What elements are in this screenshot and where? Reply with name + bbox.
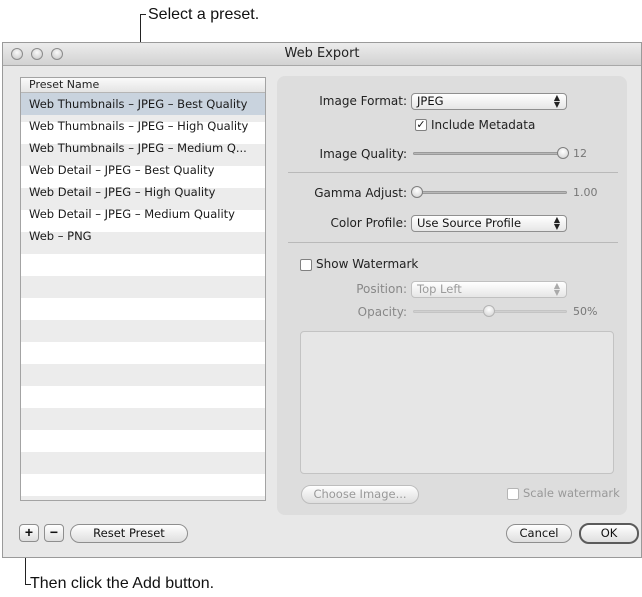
popup-arrows-icon: ▲ ▼ xyxy=(553,93,560,109)
color-profile-popup[interactable]: Use Source Profile ▲ ▼ xyxy=(411,215,567,232)
color-profile-value: Use Source Profile xyxy=(417,216,522,230)
choose-image-button[interactable]: Choose Image... xyxy=(301,485,419,504)
image-format-popup[interactable]: JPEG ▲ ▼ xyxy=(411,93,567,110)
gamma-adjust-slider-track[interactable] xyxy=(413,191,567,194)
opacity-value: 50% xyxy=(573,305,598,318)
ok-button[interactable]: OK xyxy=(579,523,639,544)
popup-arrows-icon: ▲ ▼ xyxy=(553,215,560,231)
gamma-adjust-value: 1.00 xyxy=(573,186,598,199)
image-format-value: JPEG xyxy=(417,94,444,108)
scale-watermark-checkbox[interactable] xyxy=(507,488,519,500)
include-metadata-label[interactable]: Include Metadata xyxy=(431,118,535,132)
callout-select-preset: Select a preset. xyxy=(148,6,260,23)
position-popup[interactable]: Top Left ▲ ▼ xyxy=(411,281,567,298)
image-format-label: Image Format: xyxy=(319,94,407,108)
position-value: Top Left xyxy=(417,282,462,296)
preset-item[interactable]: Web Thumbnails – JPEG – Best Quality xyxy=(21,93,265,115)
watermark-image-well[interactable] xyxy=(300,331,614,474)
preset-item[interactable]: Web – PNG xyxy=(21,225,265,247)
remove-preset-button[interactable]: − xyxy=(44,524,64,542)
cancel-button[interactable]: Cancel xyxy=(506,524,572,543)
preset-item[interactable]: Web Thumbnails – JPEG – High Quality xyxy=(21,115,265,137)
reset-preset-button[interactable]: Reset Preset xyxy=(70,524,188,543)
title-bar: Web Export xyxy=(3,43,641,66)
separator xyxy=(288,242,618,243)
preset-item[interactable]: Web Thumbnails – JPEG – Medium Q... xyxy=(21,137,265,159)
window-title: Web Export xyxy=(284,46,360,61)
image-quality-value: 12 xyxy=(573,147,587,160)
preset-list-header[interactable]: Preset Name xyxy=(21,78,265,93)
preset-list[interactable]: Preset Name Web Thumbnails – JPEG – Best… xyxy=(20,77,266,501)
separator xyxy=(288,172,618,173)
preset-item[interactable]: Web Detail – JPEG – Medium Quality xyxy=(21,203,265,225)
image-quality-slider-track[interactable] xyxy=(413,152,567,155)
opacity-slider-knob[interactable] xyxy=(483,305,495,317)
show-watermark-checkbox[interactable] xyxy=(300,259,312,271)
position-label: Position: xyxy=(356,282,407,296)
color-profile-label: Color Profile: xyxy=(330,216,408,230)
preset-item[interactable]: Web Detail – JPEG – Best Quality xyxy=(21,159,265,181)
popup-arrows-icon: ▲ ▼ xyxy=(553,281,560,297)
image-quality-label: Image Quality: xyxy=(319,147,407,161)
callout-add-button: Then click the Add button. xyxy=(30,575,215,592)
include-metadata-checkbox[interactable]: ✓ xyxy=(415,119,427,131)
callout-tick-top xyxy=(140,14,146,15)
scale-watermark-label[interactable]: Scale watermark xyxy=(523,486,620,500)
opacity-label: Opacity: xyxy=(357,305,407,319)
gamma-adjust-label: Gamma Adjust: xyxy=(314,186,407,200)
add-preset-button[interactable]: + xyxy=(19,524,39,542)
gamma-adjust-slider-knob[interactable] xyxy=(411,186,423,198)
show-watermark-label[interactable]: Show Watermark xyxy=(316,257,418,271)
web-export-window: Web Export Preset Name Web Thumbnails – … xyxy=(2,42,642,558)
preset-item[interactable]: Web Detail – JPEG – High Quality xyxy=(21,181,265,203)
image-quality-slider-knob[interactable] xyxy=(557,147,569,159)
